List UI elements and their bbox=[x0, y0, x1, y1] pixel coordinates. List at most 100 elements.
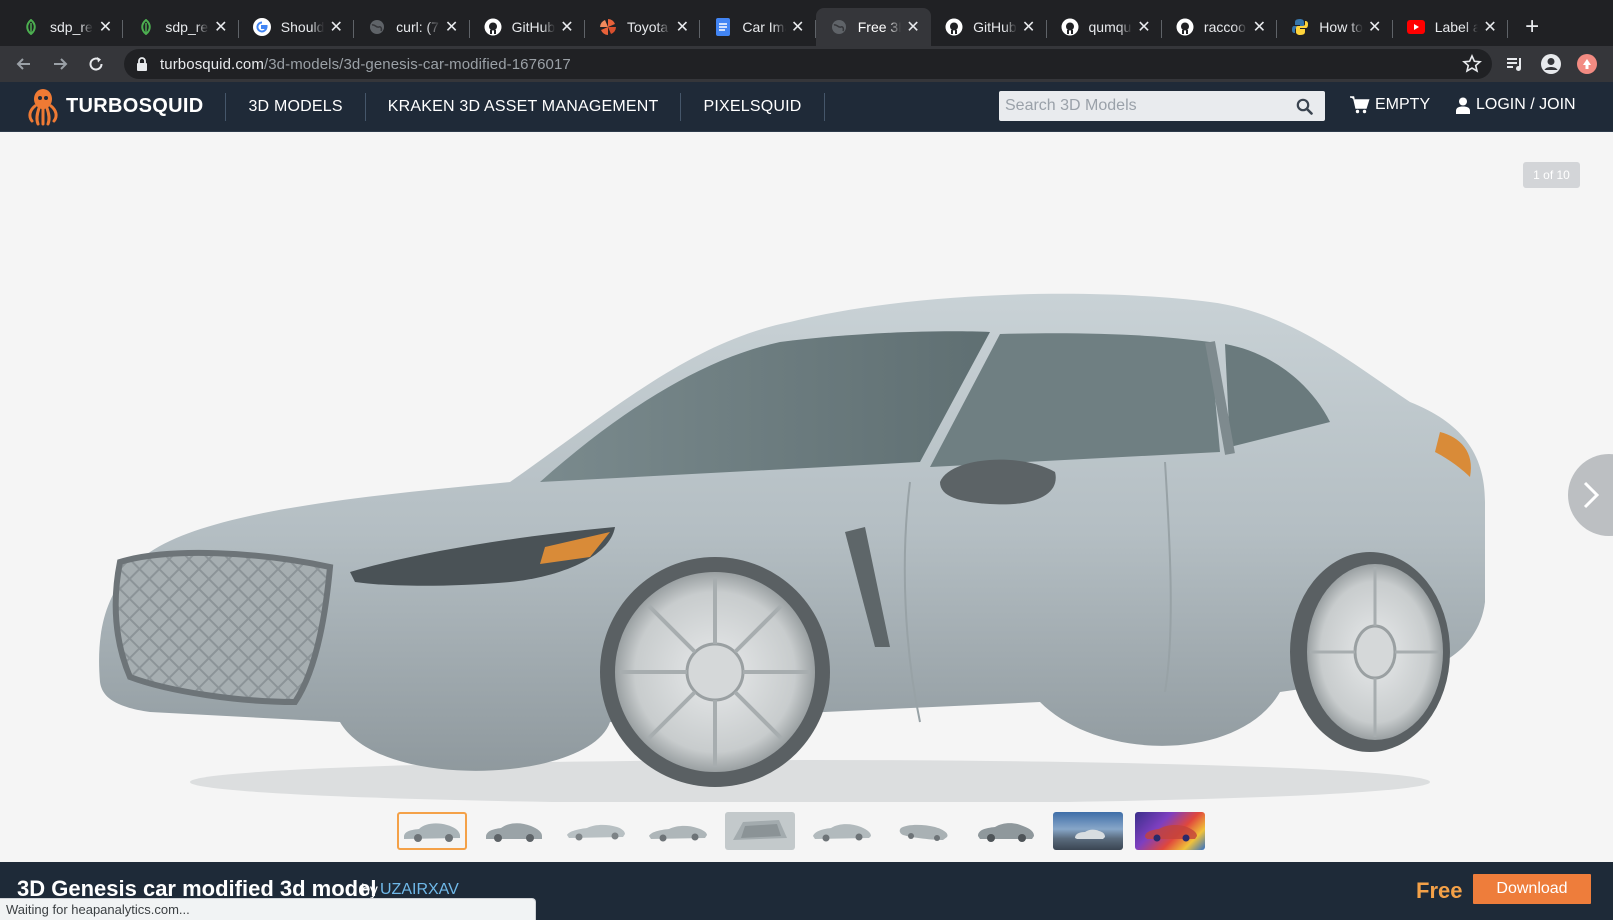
tab-title: Label a bbox=[1434, 19, 1479, 35]
browser-tab[interactable]: sdp_rep ✕ bbox=[123, 8, 240, 46]
close-icon[interactable]: ✕ bbox=[1482, 19, 1498, 36]
close-icon[interactable]: ✕ bbox=[1021, 19, 1037, 36]
price-label: Free bbox=[1416, 878, 1463, 903]
browser-tab[interactable]: Should ✕ bbox=[239, 8, 355, 46]
browser-tab[interactable]: qumqu ✕ bbox=[1047, 8, 1163, 46]
close-icon[interactable]: ✕ bbox=[444, 19, 460, 36]
close-icon[interactable]: ✕ bbox=[1251, 19, 1267, 36]
browser-tab[interactable]: Car Ima ✕ bbox=[700, 8, 817, 46]
browser-tab[interactable]: Toyota ✕ bbox=[585, 8, 701, 46]
thumbnail-strip bbox=[397, 812, 1217, 850]
arrow-right-icon bbox=[54, 58, 68, 70]
globe-icon bbox=[368, 18, 386, 36]
browser-tab[interactable]: raccoo ✕ bbox=[1162, 8, 1278, 46]
close-icon[interactable]: ✕ bbox=[559, 19, 575, 36]
author-link[interactable]: UZAIRXAV bbox=[380, 881, 459, 899]
download-button[interactable]: Download bbox=[1473, 874, 1591, 904]
arrow-left-icon bbox=[16, 58, 30, 70]
thumbnail-7[interactable] bbox=[889, 812, 959, 850]
image-counter: 1 of 10 bbox=[1523, 162, 1580, 188]
browser-tab[interactable]: curl: (7 ✕ bbox=[354, 8, 470, 46]
search-icon[interactable] bbox=[1296, 98, 1313, 120]
docs-icon bbox=[714, 18, 732, 36]
tab-title: Car Ima bbox=[742, 19, 785, 35]
cart-button[interactable]: EMPTY bbox=[1350, 96, 1430, 114]
thumbnail-5[interactable] bbox=[725, 812, 795, 850]
google-icon bbox=[252, 18, 271, 36]
github-icon bbox=[945, 18, 963, 36]
thumbnail-4[interactable] bbox=[643, 812, 713, 850]
nav-divider bbox=[364, 92, 366, 121]
reload-icon bbox=[89, 57, 103, 71]
close-icon[interactable]: ✕ bbox=[97, 19, 113, 36]
close-icon[interactable]: ✕ bbox=[790, 19, 806, 36]
python-icon bbox=[1291, 18, 1309, 36]
pinwheel-icon bbox=[599, 18, 617, 36]
tab-title: GitHub bbox=[973, 19, 1017, 35]
tab-title: raccoo bbox=[1203, 19, 1246, 35]
nav-divider bbox=[680, 92, 682, 121]
squid-logo-icon bbox=[28, 88, 58, 125]
browser-tab[interactable]: GitHub ✕ bbox=[931, 8, 1047, 46]
close-icon[interactable]: ✕ bbox=[905, 19, 921, 36]
url-text: turbosquid.com/3d-models/3d-genesis-car-… bbox=[160, 56, 571, 73]
nav-kraken[interactable]: KRAKEN 3D ASSET MANAGEMENT bbox=[388, 98, 659, 116]
next-image-button[interactable] bbox=[1568, 454, 1613, 536]
tab-title: Toyota bbox=[626, 19, 669, 35]
tab-title: Should bbox=[280, 19, 325, 35]
address-bar[interactable]: turbosquid.com/3d-models/3d-genesis-car-… bbox=[124, 49, 1492, 79]
youtube-icon bbox=[1406, 18, 1425, 36]
nav-pixelsquid[interactable]: PIXELSQUID bbox=[703, 98, 801, 116]
chevron-right-icon bbox=[1583, 481, 1600, 509]
close-icon[interactable]: ✕ bbox=[674, 19, 690, 36]
browser-tab[interactable]: GitHub ✕ bbox=[470, 8, 586, 46]
browser-tab-active[interactable]: Free 3D ✕ bbox=[815, 8, 932, 46]
close-icon[interactable]: ✕ bbox=[213, 19, 229, 36]
close-icon[interactable]: ✕ bbox=[1367, 19, 1383, 36]
tab-title: Free 3D bbox=[857, 19, 901, 35]
thumbnail-2[interactable] bbox=[479, 812, 549, 850]
thumbnail-9[interactable] bbox=[1053, 812, 1123, 850]
user-icon bbox=[1456, 97, 1470, 114]
cart-label: EMPTY bbox=[1375, 96, 1431, 113]
thumbnail-10[interactable] bbox=[1135, 812, 1205, 850]
brand-wordmark: TURBOSQUID bbox=[66, 95, 204, 117]
thumbnail-3[interactable] bbox=[561, 812, 631, 850]
site-header: TURBOSQUID 3D MODELS KRAKEN 3D ASSET MAN… bbox=[0, 82, 1613, 132]
browser-tab[interactable]: How to ✕ bbox=[1277, 8, 1394, 46]
forward-button[interactable] bbox=[42, 48, 78, 80]
thumbnail-6[interactable] bbox=[807, 812, 877, 850]
profile-icon[interactable] bbox=[1533, 48, 1569, 80]
browser-status-bar: Waiting for heapanalytics.com... bbox=[0, 898, 536, 920]
leaf-icon bbox=[137, 18, 155, 36]
tab-title: sdp_rep bbox=[165, 19, 209, 35]
turbosquid-logo[interactable]: TURBOSQUID bbox=[26, 88, 203, 126]
extension-icon[interactable] bbox=[1569, 48, 1605, 80]
browser-toolbar: turbosquid.com/3d-models/3d-genesis-car-… bbox=[0, 46, 1613, 82]
login-button[interactable]: LOGIN / JOIN bbox=[1456, 96, 1576, 114]
product-image-viewer: 1 of 10 bbox=[0, 132, 1613, 862]
thumbnail-1[interactable] bbox=[397, 812, 467, 850]
car-render-image bbox=[99, 293, 1486, 802]
thumbnail-8[interactable] bbox=[971, 812, 1041, 850]
reload-button[interactable] bbox=[78, 48, 114, 80]
search-input[interactable] bbox=[1005, 97, 1285, 115]
tab-title: sdp_rep bbox=[50, 19, 93, 35]
bookmark-star-icon[interactable] bbox=[1462, 54, 1482, 79]
url-host: turbosquid.com bbox=[160, 55, 264, 73]
browser-tab[interactable]: Label a ✕ bbox=[1393, 8, 1509, 46]
leaf-icon bbox=[22, 18, 40, 36]
github-icon bbox=[1176, 18, 1194, 36]
nav-divider bbox=[823, 92, 825, 121]
nav-divider bbox=[225, 92, 227, 121]
browser-tab[interactable]: sdp_rep ✕ bbox=[8, 8, 124, 46]
media-control-icon[interactable] bbox=[1497, 48, 1533, 80]
new-tab-button[interactable]: + bbox=[1514, 8, 1550, 46]
nav-3d-models[interactable]: 3D MODELS bbox=[248, 98, 342, 116]
github-icon bbox=[484, 18, 502, 36]
back-button[interactable] bbox=[6, 48, 42, 80]
search-box bbox=[999, 91, 1325, 121]
close-icon[interactable]: ✕ bbox=[328, 19, 344, 36]
close-icon[interactable]: ✕ bbox=[1136, 19, 1152, 36]
cart-icon bbox=[1350, 96, 1370, 114]
